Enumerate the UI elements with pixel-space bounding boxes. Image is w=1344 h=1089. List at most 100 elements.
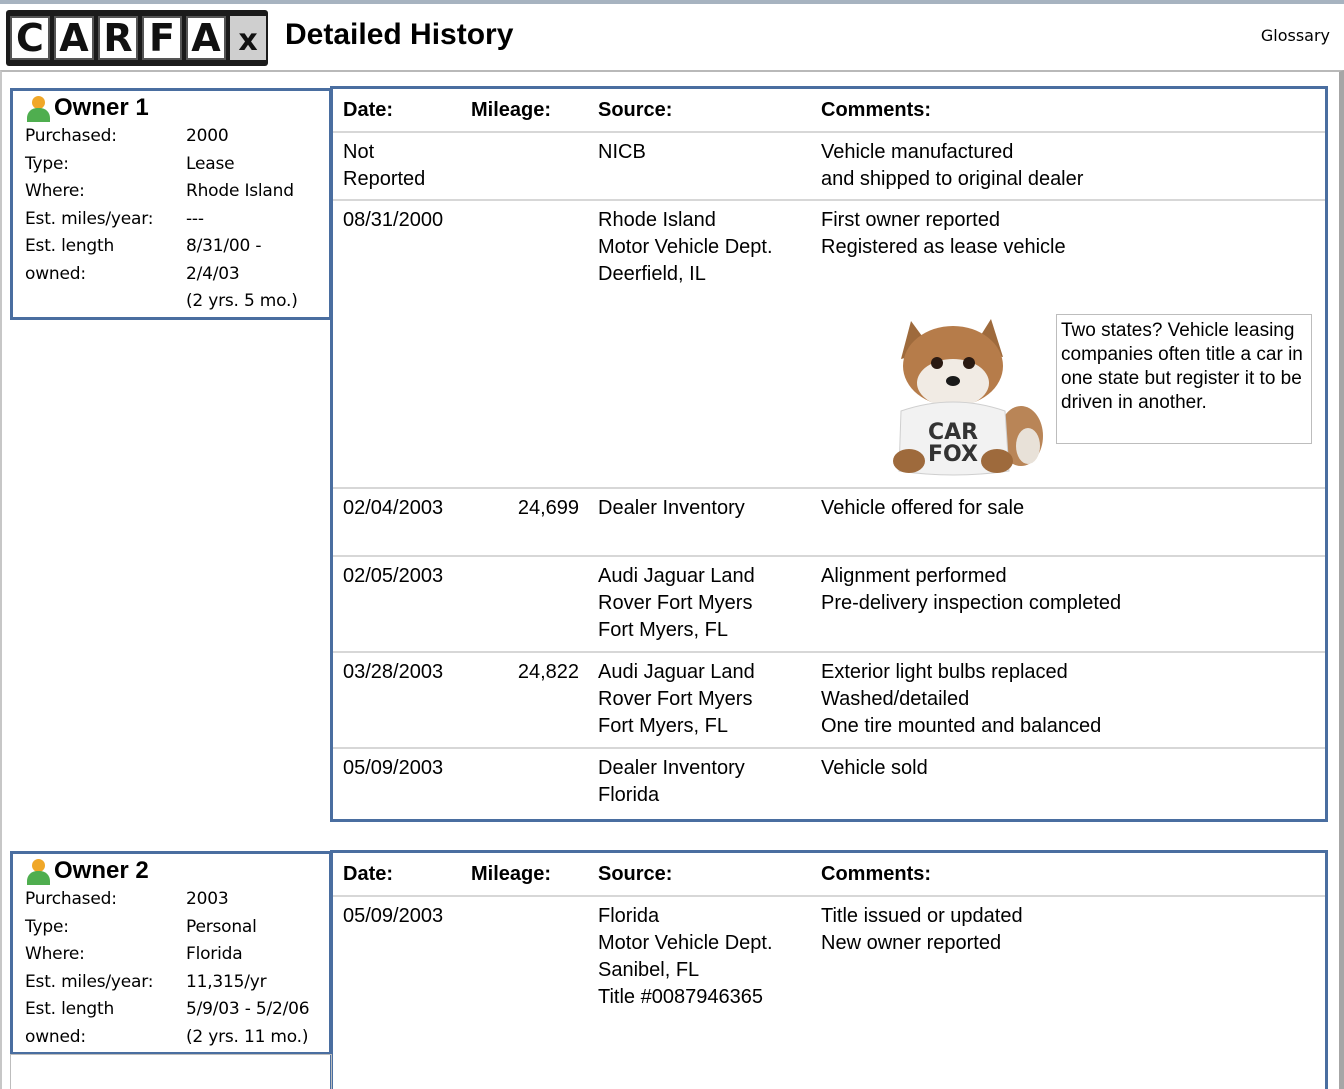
person-icon: [25, 94, 51, 122]
cell-mileage: 24,822: [517, 661, 579, 683]
cell-source: Dealer Inventory Florida: [583, 749, 821, 819]
person-icon: [25, 857, 51, 885]
logo-x: x: [230, 16, 266, 60]
detail-value: ---: [186, 208, 204, 229]
cell-line: Rover Fort Myers: [598, 592, 753, 614]
detail-label: Est. length: [25, 236, 115, 256]
owner-title: Owner 1: [54, 94, 149, 121]
detail-label: Purchased:: [25, 889, 117, 909]
owner-detail-row: Est. length 5/9/03 - 5/2/06: [25, 996, 329, 1024]
owner-1-history-table: Date: Mileage: Source: Comments: Not Repo…: [330, 86, 1328, 822]
cell-mileage: [461, 201, 583, 487]
detail-label: Est. miles/year:: [25, 971, 154, 992]
owner-detail-row: (2 yrs. 5 mo.): [25, 288, 329, 316]
detail-value: 5/9/03 - 5/2/06: [186, 999, 310, 1019]
detail-value: Florida: [186, 944, 243, 964]
owner-details: Purchased: 2000 Type: Lease Where: Rhode Isla…: [25, 123, 329, 316]
detail-value: Rhode Island: [186, 181, 294, 201]
logo-letter: F: [142, 16, 182, 60]
cell-comments: Title issued or updated New owner reporte…: [821, 897, 1325, 1057]
cell-line: Motor Vehicle Dept.: [598, 236, 773, 258]
cell-line: Sanibel, FL: [598, 959, 700, 981]
cell-line: Washed/detailed: [821, 688, 970, 710]
owner-detail-row: Purchased: 2003: [25, 886, 329, 914]
owner-details: Purchased: 2003 Type: Personal Where: Florida…: [25, 886, 329, 1051]
col-date-header: Date:: [343, 863, 394, 885]
cell-line: Vehicle sold: [821, 757, 928, 779]
detail-label: Where:: [25, 944, 85, 964]
owner-detail-row: Type: Lease: [25, 151, 329, 179]
cell-line: Dealer Inventory: [598, 757, 745, 779]
owner-detail-row: Where: Rhode Island: [25, 178, 329, 206]
page-title: Detailed History: [285, 18, 514, 51]
cell-line: Title issued or updated: [821, 905, 1023, 927]
cell-line: NICB: [598, 141, 646, 163]
cell-line: Reported: [343, 168, 426, 190]
carfox-mascot-image: CARFOX: [893, 319, 1043, 476]
cell-comments: Vehicle manufactured and shipped to origi…: [821, 133, 1325, 199]
cell-comments: Exterior light bulbs replaced Washed/deta…: [821, 653, 1325, 747]
cell-comments: Alignment performed Pre-delivery inspecti…: [821, 557, 1325, 651]
cell-line: Deerfield, IL: [598, 263, 706, 285]
history-rows: 05/09/2003 Florida Motor Vehicle Dept. Sani…: [333, 897, 1325, 1057]
table-row: 02/04/2003 24,699 Dealer Inventory Vehicle …: [333, 489, 1325, 557]
detail-label: Purchased:: [25, 126, 117, 146]
cell-source: NICB: [583, 133, 821, 199]
owner-detail-row: Est. length 8/31/00 -: [25, 233, 329, 261]
cell-line: Not: [343, 141, 375, 163]
detail-value: 11,315/yr: [186, 971, 267, 992]
table-row: 05/09/2003 Florida Motor Vehicle Dept. Sani…: [333, 897, 1325, 1057]
cell-line: Vehicle offered for sale: [821, 497, 1025, 519]
carfax-logo[interactable]: C A R F A x: [6, 10, 268, 66]
logo-letter: C: [10, 16, 50, 60]
col-comments-header: Comments:: [821, 863, 932, 885]
detail-label: owned:: [25, 263, 86, 284]
owner-1-header: Owner 1: [25, 93, 329, 123]
cell-line: Pre-delivery inspection completed: [821, 592, 1122, 614]
detail-label: Where:: [25, 181, 85, 201]
cell-line: First owner reported: [821, 209, 1000, 231]
mascot-shirt-text: FOX: [928, 442, 978, 467]
table-header-row: Date: Mileage: Source: Comments:: [333, 89, 1325, 133]
cell-line: Dealer Inventory: [598, 497, 745, 519]
detail-value: Personal: [186, 916, 257, 937]
cell-mileage: [461, 897, 583, 1057]
cell-line: 05/09/2003: [343, 757, 444, 779]
detail-value: (2 yrs. 11 mo.): [186, 1026, 309, 1047]
col-source-header: Source:: [598, 99, 673, 121]
table-row: 05/09/2003 Dealer Inventory Florida Vehicle…: [333, 749, 1325, 819]
cell-date: 05/09/2003: [333, 749, 461, 819]
table-row: 08/31/2000 Rhode Island Motor Vehicle Dept…: [333, 201, 1325, 489]
cell-line: Florida: [598, 784, 660, 806]
table-row: 03/28/2003 24,822 Audi Jaguar Land Rover Fo…: [333, 653, 1325, 749]
cell-line: One tire mounted and balanced: [821, 715, 1102, 737]
cell-line: 05/09/2003: [343, 905, 444, 927]
owner-2-summary: Owner 2 Purchased: 2003 Type: Personal Where…: [10, 851, 332, 1055]
detail-label: Type:: [25, 153, 69, 174]
cell-source: Audi Jaguar Land Rover Fort Myers Fort Mye…: [583, 653, 821, 747]
cell-mileage: 24,699: [517, 497, 579, 519]
cell-line: Florida: [598, 905, 660, 927]
cell-source: Audi Jaguar Land Rover Fort Myers Fort Mye…: [583, 557, 821, 651]
owner-2-header: Owner 2: [25, 856, 329, 886]
detail-value: (2 yrs. 5 mo.): [186, 291, 298, 311]
logo-letter: A: [186, 16, 226, 60]
cell-line: and shipped to original dealer: [821, 168, 1084, 190]
cell-line: New owner reported: [821, 932, 1002, 954]
cell-date: 02/05/2003: [333, 557, 461, 651]
owner-detail-row: owned: (2 yrs. 11 mo.): [25, 1024, 329, 1052]
cell-line: 02/05/2003: [343, 565, 444, 587]
cell-source: Florida Motor Vehicle Dept. Sanibel, FL Tit…: [583, 897, 821, 1057]
owner-detail-row: owned: 2/4/03: [25, 261, 329, 289]
owner-detail-row: Purchased: 2000: [25, 123, 329, 151]
detail-value: 2003: [186, 889, 229, 909]
detail-value: 8/31/00 -: [186, 236, 262, 256]
cell-date: 08/31/2000: [333, 201, 461, 487]
detail-value: 2000: [186, 126, 229, 146]
detail-label: Est. length: [25, 999, 115, 1019]
detail-value: 2/4/03: [186, 263, 240, 284]
glossary-link[interactable]: Glossary: [1261, 26, 1330, 45]
cell-source: Dealer Inventory: [583, 489, 821, 555]
detail-value: Lease: [186, 153, 235, 174]
cell-line: 08/31/2000: [343, 209, 444, 231]
